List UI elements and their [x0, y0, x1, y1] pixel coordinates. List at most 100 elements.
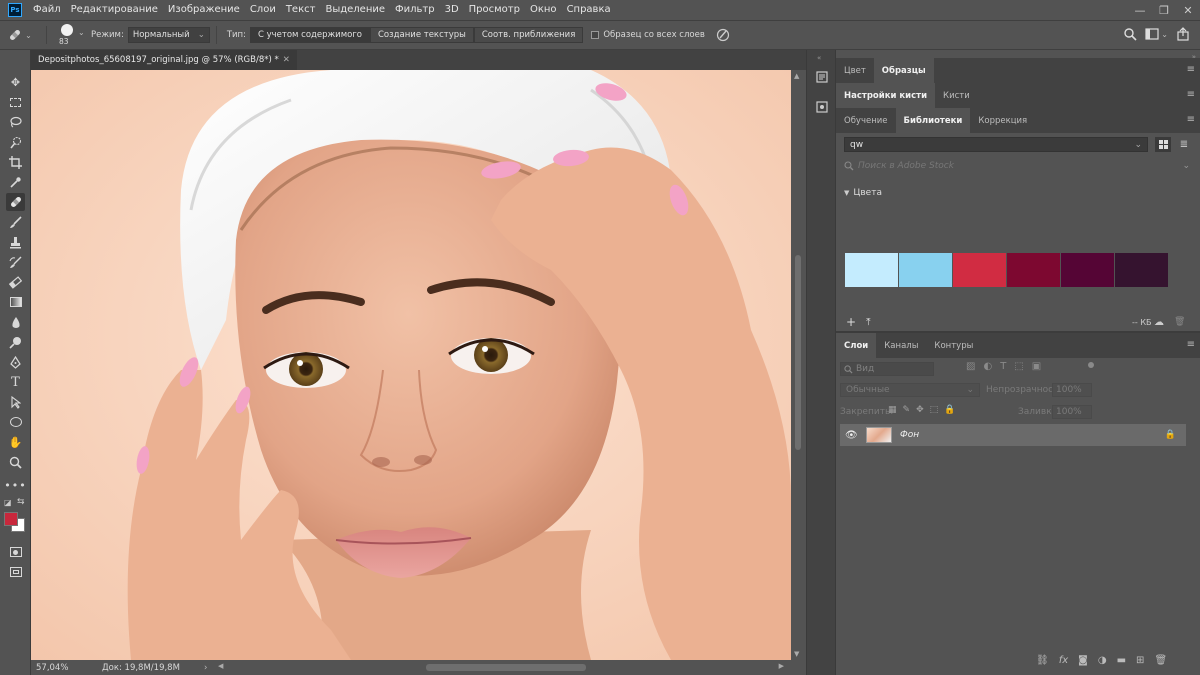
document-tab[interactable]: Depositphotos_65608197_original.jpg @ 57…: [31, 50, 297, 70]
fill-field[interactable]: 100%: [1052, 405, 1092, 419]
lock-artboard-icon[interactable]: ⬚: [930, 405, 939, 415]
panel-menu-icon[interactable]: ≡: [1187, 90, 1195, 100]
clone-stamp-tool-icon[interactable]: [6, 233, 25, 251]
tab-channels[interactable]: Каналы: [876, 333, 926, 358]
swatch-red[interactable]: [953, 253, 1006, 287]
history-panel-icon[interactable]: [814, 69, 830, 85]
menu-layers[interactable]: Слои: [245, 0, 281, 20]
type-proximity-match[interactable]: Соотв. приближения: [473, 27, 584, 43]
menu-file[interactable]: Файл: [28, 0, 66, 20]
zoom-tool-icon[interactable]: [6, 453, 25, 471]
smart-object-filter-icon[interactable]: ▣: [1032, 361, 1041, 372]
cloud-sync-icon[interactable]: ☁: [1154, 317, 1164, 328]
layer-name[interactable]: Фон: [900, 430, 919, 440]
close-button[interactable]: ✕: [1176, 0, 1200, 20]
vertical-scrollbar[interactable]: ▲ ▼: [791, 70, 806, 660]
screen-mode-icon[interactable]: [6, 563, 25, 581]
marquee-tool-icon[interactable]: [6, 93, 25, 111]
tab-swatches[interactable]: Образцы: [873, 58, 934, 83]
lock-all-icon[interactable]: 🔒: [944, 405, 955, 415]
stock-search-field[interactable]: Поиск в Adobe Stock ⌄: [844, 158, 1192, 174]
scroll-right-icon[interactable]: ▶: [779, 662, 784, 670]
document-image[interactable]: [31, 70, 791, 660]
menu-edit[interactable]: Редактирование: [66, 0, 163, 20]
tab-learn[interactable]: Обучение: [836, 108, 896, 133]
lock-position-icon[interactable]: ✥: [916, 405, 924, 415]
brush-size-picker[interactable]: 83 ⌄: [53, 21, 87, 49]
add-content-icon[interactable]: +: [846, 315, 856, 329]
foreground-color-swatch[interactable]: [4, 512, 18, 526]
trash-icon[interactable]: 🗑: [1174, 317, 1185, 327]
vertical-scroll-thumb[interactable]: [795, 255, 801, 450]
scroll-down-icon[interactable]: ▼: [794, 650, 799, 658]
list-view-icon[interactable]: ≣: [1176, 137, 1192, 152]
menu-filter[interactable]: Фильтр: [390, 0, 440, 20]
type-create-texture[interactable]: Создание текстуры: [370, 27, 474, 43]
shape-filter-icon[interactable]: ⬚: [1014, 361, 1023, 372]
ellipse-tool-icon[interactable]: [6, 413, 25, 431]
swatch-wine[interactable]: [1061, 253, 1114, 287]
layer-visibility-icon[interactable]: 👁: [845, 430, 859, 441]
restore-button[interactable]: ❐: [1152, 0, 1176, 20]
layer-style-icon[interactable]: fx: [1059, 655, 1068, 666]
layer-filter-select[interactable]: Вид: [840, 362, 934, 376]
lasso-tool-icon[interactable]: [6, 113, 25, 131]
filter-toggle-icon[interactable]: [1088, 362, 1094, 368]
canvas-area[interactable]: [31, 70, 791, 660]
new-adjustment-layer-icon[interactable]: ◑: [1098, 655, 1107, 666]
default-colors-icon[interactable]: ◪: [4, 498, 12, 507]
blend-mode-select[interactable]: Обычные ⌄: [840, 383, 980, 397]
add-mask-icon[interactable]: ◙: [1078, 655, 1088, 666]
menu-view[interactable]: Просмотр: [464, 0, 525, 20]
menu-help[interactable]: Справка: [562, 0, 616, 20]
path-selection-tool-icon[interactable]: [6, 393, 25, 411]
new-group-icon[interactable]: ▬: [1117, 655, 1126, 666]
tab-adjustments[interactable]: Коррекция: [970, 108, 1035, 133]
swatch-crimson[interactable]: [1007, 253, 1060, 287]
close-tab-icon[interactable]: ✕: [283, 55, 290, 65]
grid-view-button[interactable]: [1155, 137, 1171, 152]
blur-tool-icon[interactable]: [6, 313, 25, 331]
tab-layers[interactable]: Слои: [836, 333, 877, 358]
new-layer-icon[interactable]: ⊞: [1136, 655, 1144, 666]
horizontal-scrollbar[interactable]: ◀ ▶: [216, 660, 786, 675]
minimize-button[interactable]: —: [1128, 0, 1152, 20]
brush-tool-icon[interactable]: [6, 213, 25, 231]
link-layers-icon[interactable]: ⛓: [1036, 655, 1049, 666]
menu-window[interactable]: Окно: [525, 0, 562, 20]
tab-brush-settings[interactable]: Настройки кисти: [836, 83, 936, 108]
panel-menu-icon[interactable]: ≡: [1187, 115, 1195, 125]
crop-tool-icon[interactable]: [6, 153, 25, 171]
spot-healing-brush-tool-icon[interactable]: [6, 193, 25, 211]
move-tool-icon[interactable]: ✥: [6, 73, 25, 91]
pen-tool-icon[interactable]: [6, 353, 25, 371]
panel-menu-icon[interactable]: ≡: [1187, 65, 1195, 75]
horizontal-scroll-thumb[interactable]: [426, 664, 586, 671]
scroll-left-icon[interactable]: ◀: [218, 662, 223, 670]
collapse-arrows-icon[interactable]: «: [817, 54, 821, 62]
mode-dropdown[interactable]: Нормальный ⌄: [127, 27, 210, 43]
swap-colors-icon[interactable]: ⇆: [17, 497, 25, 507]
properties-panel-icon[interactable]: [814, 99, 830, 115]
menu-select[interactable]: Выделение: [320, 0, 390, 20]
healing-brush-preset-picker[interactable]: ⌄: [0, 28, 40, 42]
chevron-down-icon[interactable]: ⌄: [1182, 161, 1190, 171]
type-filter-icon[interactable]: T: [1000, 361, 1006, 372]
menu-3d[interactable]: 3D: [440, 0, 464, 20]
pixel-filter-icon[interactable]: ▨: [966, 361, 975, 372]
status-menu-arrow-icon[interactable]: ›: [204, 663, 207, 673]
type-content-aware[interactable]: С учетом содержимого: [249, 27, 370, 43]
lock-transparent-pixels-icon[interactable]: ▦: [888, 405, 897, 415]
tab-color[interactable]: Цвет: [836, 58, 874, 83]
colors-group-header[interactable]: ▼ Цвета: [844, 188, 882, 198]
swatch-sky-blue[interactable]: [899, 253, 952, 287]
panel-menu-icon[interactable]: ≡: [1187, 340, 1195, 350]
tab-paths[interactable]: Контуры: [926, 333, 981, 358]
menu-image[interactable]: Изображение: [163, 0, 245, 20]
quick-mask-icon[interactable]: [6, 543, 25, 561]
share-icon[interactable]: [1176, 27, 1190, 41]
delete-layer-icon[interactable]: 🗑: [1154, 655, 1167, 666]
lock-image-pixels-icon[interactable]: ✎: [903, 405, 911, 415]
library-select[interactable]: qw ⌄: [844, 137, 1148, 152]
swatch-light-blue[interactable]: [845, 253, 898, 287]
